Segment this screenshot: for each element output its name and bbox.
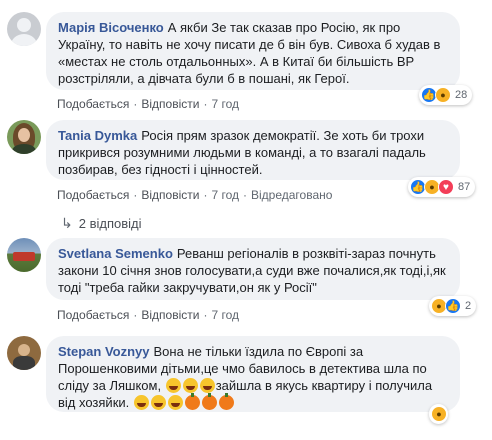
reactions-summary[interactable]: 👍 ● 28: [419, 85, 473, 105]
separator-dot: ·: [203, 188, 208, 202]
edited-label[interactable]: Відредаговано: [251, 188, 332, 202]
avatar[interactable]: [7, 120, 41, 154]
comment-author[interactable]: Марія Вісоченко: [58, 20, 164, 35]
laughing-emoji-icon: [182, 378, 198, 393]
replies-count: 2 відповіді: [78, 216, 142, 231]
comment-bubble: Марія Вісоченко А якби Зе так сказав про …: [46, 12, 460, 90]
reactions-summary[interactable]: 👍 ● ♥ 87: [408, 177, 476, 197]
reaction-count: 87: [458, 181, 471, 193]
like-button[interactable]: Подобається: [57, 188, 129, 202]
pumpkin-emoji-icon: [201, 393, 217, 410]
comment-author[interactable]: Tania Dymka: [58, 128, 137, 143]
separator-dot: ·: [243, 188, 247, 202]
laughing-emoji-icon: [150, 395, 166, 410]
reaction-count: 2: [465, 300, 472, 312]
comment-actions: Подобається · Відповісти · 7 год: [57, 308, 239, 322]
laughing-emoji-icon: [165, 378, 181, 393]
comment-author[interactable]: Svetlana Semenko: [58, 246, 173, 261]
like-icon: 👍: [445, 298, 461, 314]
comment-actions: Подобається · Відповісти · 7 год: [57, 97, 239, 111]
timestamp[interactable]: 7 год: [211, 308, 239, 322]
comment-actions: Подобається · Відповісти · 7 год · Відредагова…: [57, 188, 332, 202]
wow-icon: ●: [435, 87, 451, 103]
laughing-emoji-icon: [133, 395, 149, 410]
avatar-body: [12, 144, 36, 154]
comment-bubble: Tania Dymka Росія прям зразок демократії.…: [46, 120, 460, 180]
reply-button[interactable]: Відповісти: [141, 97, 199, 111]
wow-icon: ●: [431, 406, 447, 422]
like-button[interactable]: Подобається: [57, 97, 129, 111]
avatar[interactable]: [7, 12, 41, 46]
separator-dot: ·: [203, 308, 208, 322]
reactions-summary[interactable]: ●: [429, 404, 448, 424]
comment-bubble: Stepan Voznyy Вона не тільки їздила по Єв…: [46, 336, 460, 412]
pumpkin-emoji-icon: [184, 393, 200, 410]
laughing-emoji-icon: [167, 395, 183, 410]
avatar-face: [18, 128, 30, 142]
avatar-object: [13, 252, 35, 261]
separator-dot: ·: [133, 188, 138, 202]
comment-bubble: Svetlana Semenko Реванш регіоналів в розк…: [46, 238, 460, 300]
timestamp[interactable]: 7 год: [211, 188, 239, 202]
view-replies-link[interactable]: ↳ 2 відповіді: [61, 215, 142, 232]
avatar[interactable]: [7, 238, 41, 272]
timestamp[interactable]: 7 год: [211, 97, 239, 111]
separator-dot: ·: [203, 97, 208, 111]
comment-author[interactable]: Stepan Voznyy: [58, 344, 150, 359]
laughing-emoji-icon: [199, 378, 215, 393]
separator-dot: ·: [133, 97, 138, 111]
reply-button[interactable]: Відповісти: [141, 188, 199, 202]
avatar-body: [13, 356, 35, 370]
like-button[interactable]: Подобається: [57, 308, 129, 322]
pumpkin-emoji-icon: [218, 393, 234, 410]
reply-button[interactable]: Відповісти: [141, 308, 199, 322]
separator-dot: ·: [133, 308, 138, 322]
avatar-head: [18, 344, 30, 356]
love-icon: ♥: [438, 179, 454, 195]
avatar[interactable]: [7, 336, 41, 370]
reactions-summary[interactable]: ● 👍 2: [429, 296, 477, 316]
reaction-count: 28: [455, 89, 468, 101]
reply-arrow-icon: ↳: [61, 215, 73, 231]
